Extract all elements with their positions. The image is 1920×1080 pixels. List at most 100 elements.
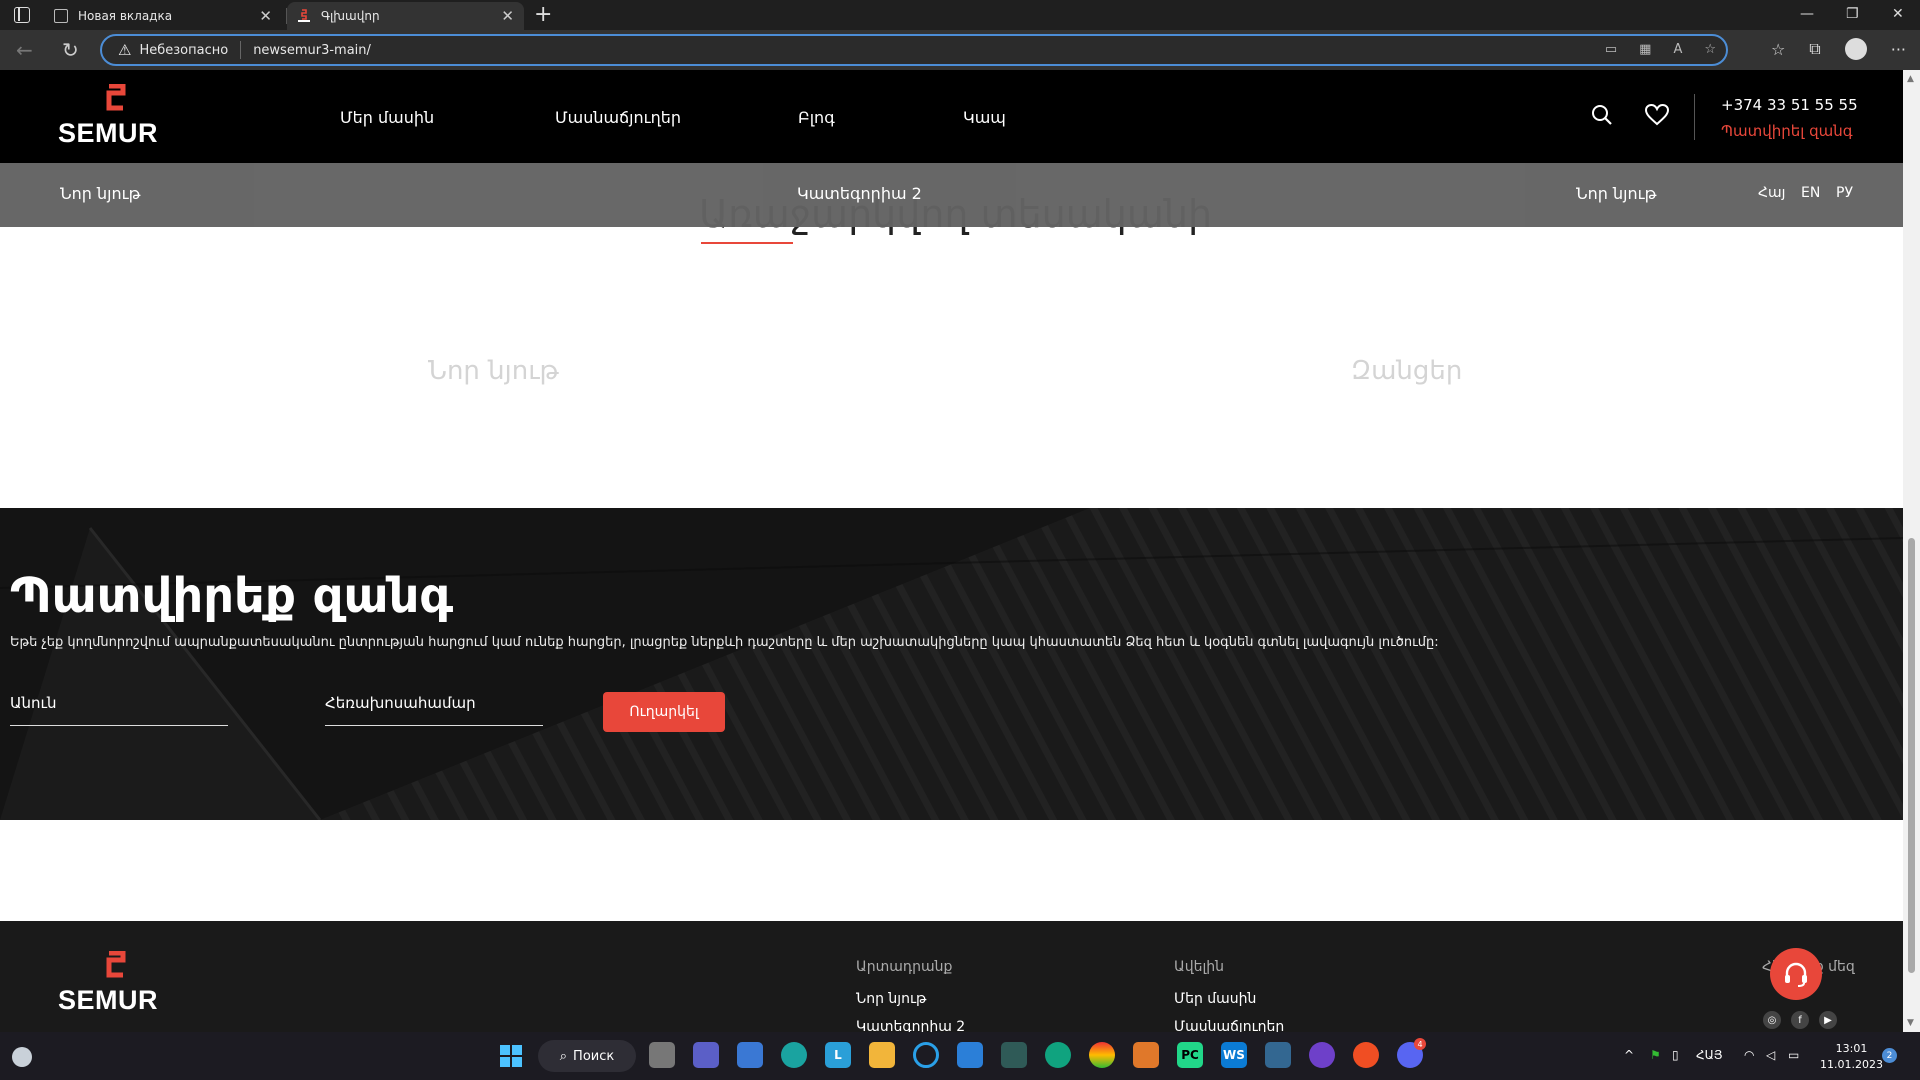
flag-icon[interactable]: ⚑ xyxy=(1650,1048,1661,1062)
subnav-item-new-material[interactable]: Նոր նյութ xyxy=(60,184,140,203)
github-icon[interactable] xyxy=(1309,1042,1335,1068)
clock-time: 13:01 xyxy=(1835,1042,1868,1055)
order-call-link[interactable]: Պատվիրել զանգ xyxy=(1721,122,1853,140)
battery-small-icon[interactable]: ▯ xyxy=(1672,1048,1679,1062)
footer-products-heading: Արտադրանք xyxy=(856,959,953,975)
subnav-item-category-2[interactable]: Կատեգորիա 2 xyxy=(797,184,922,203)
warning-icon[interactable]: ⚠ xyxy=(118,41,131,59)
scroll-down-icon[interactable]: ▼ xyxy=(1907,1018,1914,1028)
subnav-item-new-material-2[interactable]: Նոր նյութ xyxy=(1576,184,1656,203)
browser-toolbar: ← ↻ ⚠ Небезопасно newsemur3-main/ ▭ ▦ A … xyxy=(0,30,1920,70)
clock-date: 11.01.2023 xyxy=(1820,1058,1883,1071)
heart-icon[interactable] xyxy=(1645,104,1669,126)
taskbar-search[interactable]: ⌕ Поиск xyxy=(538,1040,636,1072)
minimize-icon[interactable]: — xyxy=(1800,6,1814,22)
task-view-icon[interactable] xyxy=(649,1042,675,1068)
store-icon[interactable] xyxy=(737,1042,763,1068)
lang-ru[interactable]: РУ xyxy=(1836,185,1853,201)
scrollbar-thumb[interactable] xyxy=(1908,538,1915,973)
url-text[interactable]: newsemur3-main/ xyxy=(253,43,371,58)
taskbar-search-label: Поиск xyxy=(573,1048,615,1064)
terminal-icon[interactable] xyxy=(1001,1042,1027,1068)
product-tab-new-material[interactable]: Նոր նյութ xyxy=(428,356,559,386)
tab-new-tab[interactable]: Новая вкладка ✕ xyxy=(44,2,282,30)
insecure-label[interactable]: Небезопасно xyxy=(139,43,228,58)
phone-number[interactable]: +374 33 51 55 55 xyxy=(1721,96,1858,114)
teams-icon[interactable] xyxy=(693,1042,719,1068)
windows-taskbar: ⌕ Поиск L PC WS 4 ^ ⚑ ▯ ՀԱՅ ◠ ◁ ▭ 13:01 … xyxy=(0,1032,1920,1080)
menu-branches[interactable]: Մասնաճյուղեր xyxy=(555,108,681,127)
address-bar[interactable]: ⚠ Небезопасно newsemur3-main/ ▭ ▦ A ☆ xyxy=(100,34,1728,66)
site-logo[interactable]: SEMUR xyxy=(58,84,174,149)
windows-start-icon[interactable] xyxy=(499,1044,523,1068)
submit-button[interactable]: Ուղարկել xyxy=(603,692,725,732)
close-tab-icon[interactable]: ✕ xyxy=(501,7,514,25)
lang-hy[interactable]: Հայ xyxy=(1758,185,1785,201)
menu-blog[interactable]: Բլոգ xyxy=(798,108,835,127)
tab-home[interactable]: Գլխավոր ✕ xyxy=(287,2,524,30)
phone-input[interactable]: Հեռախոսահամար xyxy=(325,690,543,726)
more-icon[interactable]: ··· xyxy=(1891,40,1906,59)
menu-contact[interactable]: Կապ xyxy=(963,108,1006,127)
app-available-icon[interactable]: ▭ xyxy=(1605,42,1617,57)
workspaces-icon[interactable] xyxy=(14,7,30,23)
volume-icon[interactable]: ◁ xyxy=(1766,1048,1775,1062)
site-footer: SEMUR Արտադրանք Նոր նյութ Կատեգորիա 2 Ավ… xyxy=(0,921,1903,1032)
webstorm-icon[interactable]: WS xyxy=(1221,1042,1247,1068)
product-tab-nets[interactable]: Զանցեր xyxy=(1351,356,1462,386)
scroll-up-icon[interactable]: ▲ xyxy=(1907,74,1914,84)
cortana-icon[interactable] xyxy=(913,1042,939,1068)
weather-icon[interactable] xyxy=(12,1047,32,1067)
footer-logo[interactable]: SEMUR xyxy=(58,951,174,1016)
new-tab-button[interactable]: + xyxy=(534,2,552,27)
qr-code-icon[interactable]: ▦ xyxy=(1639,42,1651,57)
keyboard-lang[interactable]: ՀԱՅ xyxy=(1696,1048,1723,1062)
facebook-icon[interactable]: f xyxy=(1791,1011,1809,1029)
edge-icon[interactable] xyxy=(781,1042,807,1068)
footer-link-branches[interactable]: Մասնաճյուղեր xyxy=(1174,1019,1284,1032)
vscode-icon[interactable] xyxy=(957,1042,983,1068)
restore-icon[interactable]: ❐ xyxy=(1846,6,1859,22)
page-scrollbar[interactable]: ▲ ▼ xyxy=(1903,70,1920,1032)
taskbar-clock[interactable]: 13:01 11.01.2023 xyxy=(1820,1041,1883,1073)
app-l-icon[interactable]: L xyxy=(825,1042,851,1068)
favorites-icon[interactable]: ☆ xyxy=(1771,40,1785,59)
tray-expand-icon[interactable]: ^ xyxy=(1624,1048,1634,1062)
add-favorite-icon[interactable]: ☆ xyxy=(1704,42,1716,57)
chatgpt-icon[interactable] xyxy=(1045,1042,1071,1068)
notification-badge[interactable]: 2 xyxy=(1882,1048,1897,1063)
wifi-icon[interactable]: ◠ xyxy=(1744,1048,1754,1062)
collections-icon[interactable]: ⧉ xyxy=(1809,39,1820,59)
profile-avatar[interactable] xyxy=(1844,38,1867,60)
back-icon[interactable]: ← xyxy=(16,38,33,62)
tab-title: Գլխավոր xyxy=(321,9,380,23)
refresh-icon[interactable]: ↻ xyxy=(62,38,79,62)
battery-icon[interactable]: ▭ xyxy=(1788,1048,1799,1062)
sublime-icon[interactable] xyxy=(1133,1042,1159,1068)
address-bar-actions: ▭ ▦ A ☆ xyxy=(1605,42,1716,57)
colorful-app-icon[interactable] xyxy=(1089,1042,1115,1068)
postman-icon[interactable] xyxy=(1353,1042,1379,1068)
new-tab-icon xyxy=(54,9,68,23)
pycharm-icon[interactable]: PC xyxy=(1177,1042,1203,1068)
footer-more-heading: Ավելին xyxy=(1174,959,1225,975)
postgres-icon[interactable] xyxy=(1265,1042,1291,1068)
sub-navigation: Նոր նյութ Կատեգորիա 2 Նոր նյութ Հայ EN Р… xyxy=(0,163,1903,227)
menu-about[interactable]: Մեր մասին xyxy=(340,108,434,127)
window-close-icon[interactable]: ✕ xyxy=(1892,6,1904,22)
footer-link-new-material[interactable]: Նոր նյութ xyxy=(856,991,926,1007)
search-icon[interactable] xyxy=(1591,104,1613,126)
roof-background-image xyxy=(0,508,1903,820)
read-aloud-icon[interactable]: A xyxy=(1673,42,1682,57)
footer-link-about[interactable]: Մեր մասին xyxy=(1174,991,1256,1007)
toolbar-icons: ☆ ⧉ ··· xyxy=(1771,38,1906,60)
footer-link-category-2[interactable]: Կատեգորիա 2 xyxy=(856,1019,965,1032)
support-chat-button[interactable] xyxy=(1770,948,1822,1000)
name-input[interactable]: Անուն xyxy=(10,690,228,726)
section-title-underline xyxy=(701,242,793,244)
close-tab-icon[interactable]: ✕ xyxy=(259,7,272,25)
file-explorer-icon[interactable] xyxy=(869,1042,895,1068)
lang-en[interactable]: EN xyxy=(1801,185,1820,201)
instagram-icon[interactable]: ◎ xyxy=(1763,1011,1781,1029)
youtube-icon[interactable]: ▶ xyxy=(1819,1011,1837,1029)
